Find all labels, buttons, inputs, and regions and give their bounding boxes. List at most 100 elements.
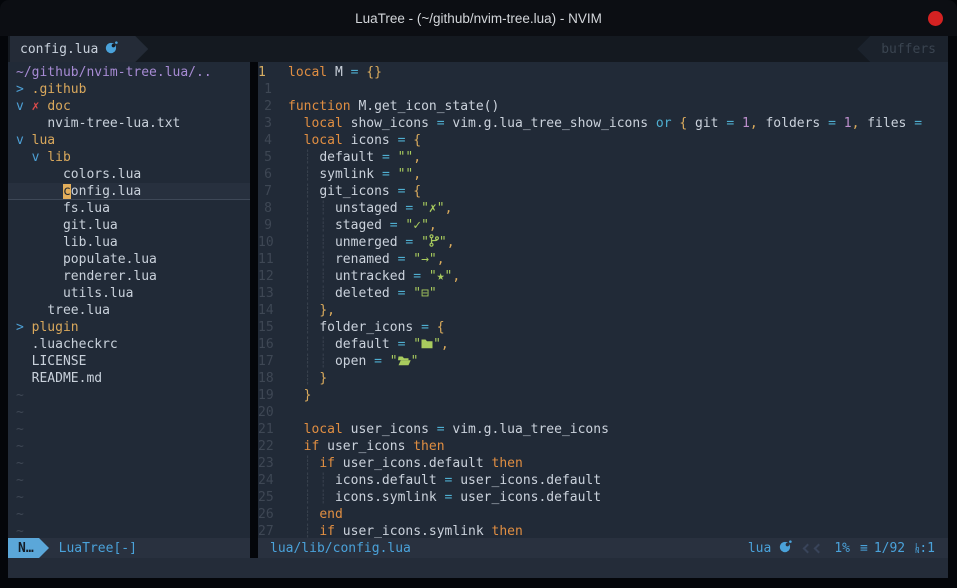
statusline: N… LuaTree[-] lua/lib/config.lua lua 1% … xyxy=(8,538,948,558)
editor-line[interactable]: 1 xyxy=(258,81,948,98)
tree-row[interactable]: populate.lua xyxy=(8,251,250,268)
code-text: function M.get_icon_state() xyxy=(288,99,499,114)
tree-row[interactable]: > .github xyxy=(8,81,250,98)
editor-line[interactable]: 21 local user_icons = vim.g.lua_tree_ico… xyxy=(258,421,948,438)
empty-line-tilde: ~ xyxy=(8,455,250,472)
editor-line[interactable]: 23 ┊ if user_icons.default then xyxy=(258,455,948,472)
tree-row[interactable]: fs.lua xyxy=(8,200,250,217)
editor-line[interactable]: 11 ┊ ┊ renamed = "→", xyxy=(258,251,948,268)
editor-line[interactable]: 15 ┊ folder_icons = { xyxy=(258,319,948,336)
editor-line[interactable]: 27 ┊ if user_icons.symlink then xyxy=(258,523,948,538)
editor-line[interactable]: 10 ┊ ┊ unmerged = "", xyxy=(258,234,948,251)
editor-line[interactable]: 3 local show_icons = vim.g.lua_tree_show… xyxy=(258,115,948,132)
folder-open-icon xyxy=(398,353,411,370)
tree-row[interactable]: > plugin xyxy=(8,319,250,336)
line-number: 19 xyxy=(258,387,272,404)
editor-line[interactable]: 14 ┊ }, xyxy=(258,302,948,319)
line-number: 11 xyxy=(258,251,272,268)
line-number: 7 xyxy=(258,183,272,200)
chevron-icon: v xyxy=(16,99,32,114)
editor-line[interactable]: 16 ┊ ┊ default = "", xyxy=(258,336,948,353)
line-number: 26 xyxy=(258,506,272,523)
close-button[interactable] xyxy=(928,11,943,26)
tree-row[interactable]: README.md xyxy=(8,370,250,387)
titlebar[interactable]: LuaTree - (~/github/nvim-tree.lua) - NVI… xyxy=(0,0,957,36)
empty-line-tilde: ~ xyxy=(8,472,250,489)
command-line[interactable] xyxy=(8,558,948,578)
powerline-arrow-icon xyxy=(39,538,49,558)
editor-line[interactable]: 1local M = {} xyxy=(258,64,948,81)
editor-line[interactable]: 5 ┊ default = "", xyxy=(258,149,948,166)
line-number: 13 xyxy=(258,285,272,302)
tree-row[interactable]: v ✗ doc xyxy=(8,98,250,115)
line-number: 22 xyxy=(258,438,272,455)
line-number: 15 xyxy=(258,319,272,336)
tree-row[interactable]: git.lua xyxy=(8,217,250,234)
editor-line[interactable]: 6 ┊ symlink = "", xyxy=(258,166,948,183)
tabline: config.lua buffers xyxy=(8,36,948,62)
tree-row[interactable]: lib.lua xyxy=(8,234,250,251)
tree-row[interactable]: v lua xyxy=(8,132,250,149)
code-text: ┊ ┊ icons.default = user_icons.default xyxy=(288,473,601,488)
editor-line[interactable]: 12 ┊ ┊ untracked = "★", xyxy=(258,268,948,285)
code-text: ┊ if user_icons.default then xyxy=(288,456,523,471)
tree-root[interactable]: ~/github/nvim-tree.lua/.. xyxy=(8,64,250,81)
line-number: 3 xyxy=(258,115,272,132)
editor-line[interactable]: 18 ┊ } xyxy=(258,370,948,387)
statusline-location: 1/92 xyxy=(874,541,905,556)
separator-chevron-icon xyxy=(814,543,824,553)
line-number: 16 xyxy=(258,336,272,353)
empty-line-tilde: ~ xyxy=(8,438,250,455)
empty-line-tilde: ~ xyxy=(8,489,250,506)
code-text: } xyxy=(288,388,311,403)
editor-line[interactable]: 2function M.get_icon_state() xyxy=(258,98,948,115)
tree-row[interactable]: utils.lua xyxy=(8,285,250,302)
chevron-icon: v xyxy=(32,150,48,165)
code-text: local icons = { xyxy=(288,133,421,148)
editor-buffer[interactable]: 1local M = {}12function M.get_icon_state… xyxy=(258,62,948,538)
line-number: 25 xyxy=(258,489,272,506)
editor-line[interactable]: 13 ┊ ┊ deleted = "⊟" xyxy=(258,285,948,302)
editor-line[interactable]: 25 ┊ ┊ icons.symlink = user_icons.defaul… xyxy=(258,489,948,506)
statusline-column: :1 xyxy=(919,541,935,556)
chevron-icon: v xyxy=(16,133,32,148)
tree-row[interactable]: config.lua xyxy=(8,183,250,200)
editor-line[interactable]: 9 ┊ ┊ staged = "✓", xyxy=(258,217,948,234)
tree-row[interactable]: LICENSE xyxy=(8,353,250,370)
editor-line[interactable]: 24 ┊ ┊ icons.default = user_icons.defaul… xyxy=(258,472,948,489)
file-tree[interactable]: ~/github/nvim-tree.lua/..> .githubv ✗ do… xyxy=(8,62,250,538)
empty-line-tilde: ~ xyxy=(8,387,250,404)
editor-line[interactable]: 19 } xyxy=(258,387,948,404)
tab-config-lua[interactable]: config.lua xyxy=(10,36,148,62)
code-text: ┊ }, xyxy=(288,303,335,318)
editor-line[interactable]: 4 local icons = { xyxy=(258,132,948,149)
tabline-spacer xyxy=(148,36,857,62)
tree-row[interactable]: v lib xyxy=(8,149,250,166)
editor-line[interactable]: 17 ┊ ┊ open = "" xyxy=(258,353,948,370)
code-text: ┊ default = "", xyxy=(288,150,421,165)
mode-badge: N… xyxy=(8,538,39,558)
statusline-tree-title: LuaTree[-] xyxy=(59,541,137,556)
editor-line[interactable]: 8 ┊ ┊ unstaged = "✗", xyxy=(258,200,948,217)
window-separator[interactable] xyxy=(250,62,258,538)
code-text: ┊ git_icons = { xyxy=(288,184,421,199)
tree-row[interactable]: nvim-tree-lua.txt xyxy=(8,115,250,132)
editor-line[interactable]: 20 xyxy=(258,404,948,421)
line-number: 24 xyxy=(258,472,272,489)
main-split: ~/github/nvim-tree.lua/..> .githubv ✗ do… xyxy=(8,62,948,538)
line-number: 23 xyxy=(258,455,272,472)
editor-line[interactable]: 7 ┊ git_icons = { xyxy=(258,183,948,200)
empty-line-tilde: ~ xyxy=(8,506,250,523)
editor-line[interactable]: 26 ┊ end xyxy=(258,506,948,523)
line-number: 17 xyxy=(258,353,272,370)
tree-row[interactable]: .luacheckrc xyxy=(8,336,250,353)
buffers-label[interactable]: buffers xyxy=(857,36,948,62)
editor-line[interactable]: 22 if user_icons then xyxy=(258,438,948,455)
line-number: 1 xyxy=(258,81,272,98)
tree-row[interactable]: colors.lua xyxy=(8,166,250,183)
code-text: local user_icons = vim.g.lua_tree_icons xyxy=(288,422,609,437)
statusline-filetype: lua xyxy=(748,541,771,556)
tree-row[interactable]: tree.lua xyxy=(8,302,250,319)
tree-row[interactable]: renderer.lua xyxy=(8,268,250,285)
code-text: ┊ folder_icons = { xyxy=(288,320,445,335)
